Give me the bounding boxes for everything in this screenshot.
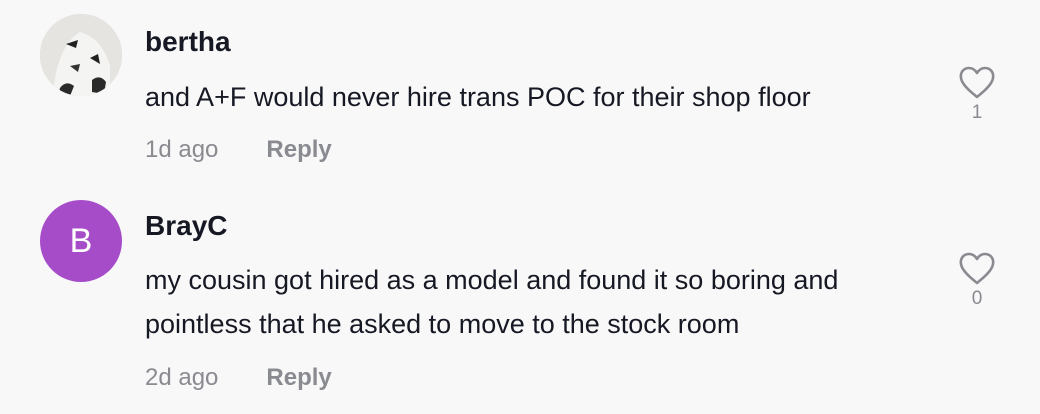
like-count: 0: [971, 288, 983, 309]
comment-timestamp: 2d ago: [145, 364, 219, 391]
comment-timestamp: 1d ago: [145, 136, 219, 163]
comment-username[interactable]: BrayC: [145, 210, 227, 242]
comment-item: B BrayC my cousin got hired as a model a…: [0, 190, 1040, 414]
comment-item: bertha and A+F would never hire trans PO…: [0, 0, 1040, 190]
comment-text: my cousin got hired as a model and found…: [145, 265, 839, 339]
avatar[interactable]: B: [40, 200, 122, 282]
comment-meta: 1d ago Reply: [145, 136, 332, 164]
avatar[interactable]: [40, 14, 122, 96]
heart-outline-icon: [959, 252, 995, 285]
comment-text: and A+F would never hire trans POC for t…: [145, 82, 811, 112]
like-button[interactable]: 0: [954, 252, 1000, 310]
reply-button[interactable]: Reply: [266, 364, 331, 392]
comment-username[interactable]: bertha: [145, 26, 231, 58]
comment-meta: 2d ago Reply: [145, 364, 332, 392]
heart-outline-icon: [959, 66, 995, 99]
reply-button[interactable]: Reply: [266, 136, 331, 164]
like-button[interactable]: 1: [954, 66, 1000, 124]
avatar-photo-icon: [40, 14, 122, 96]
like-count: 1: [971, 102, 983, 123]
avatar-letter: B: [69, 221, 93, 260]
